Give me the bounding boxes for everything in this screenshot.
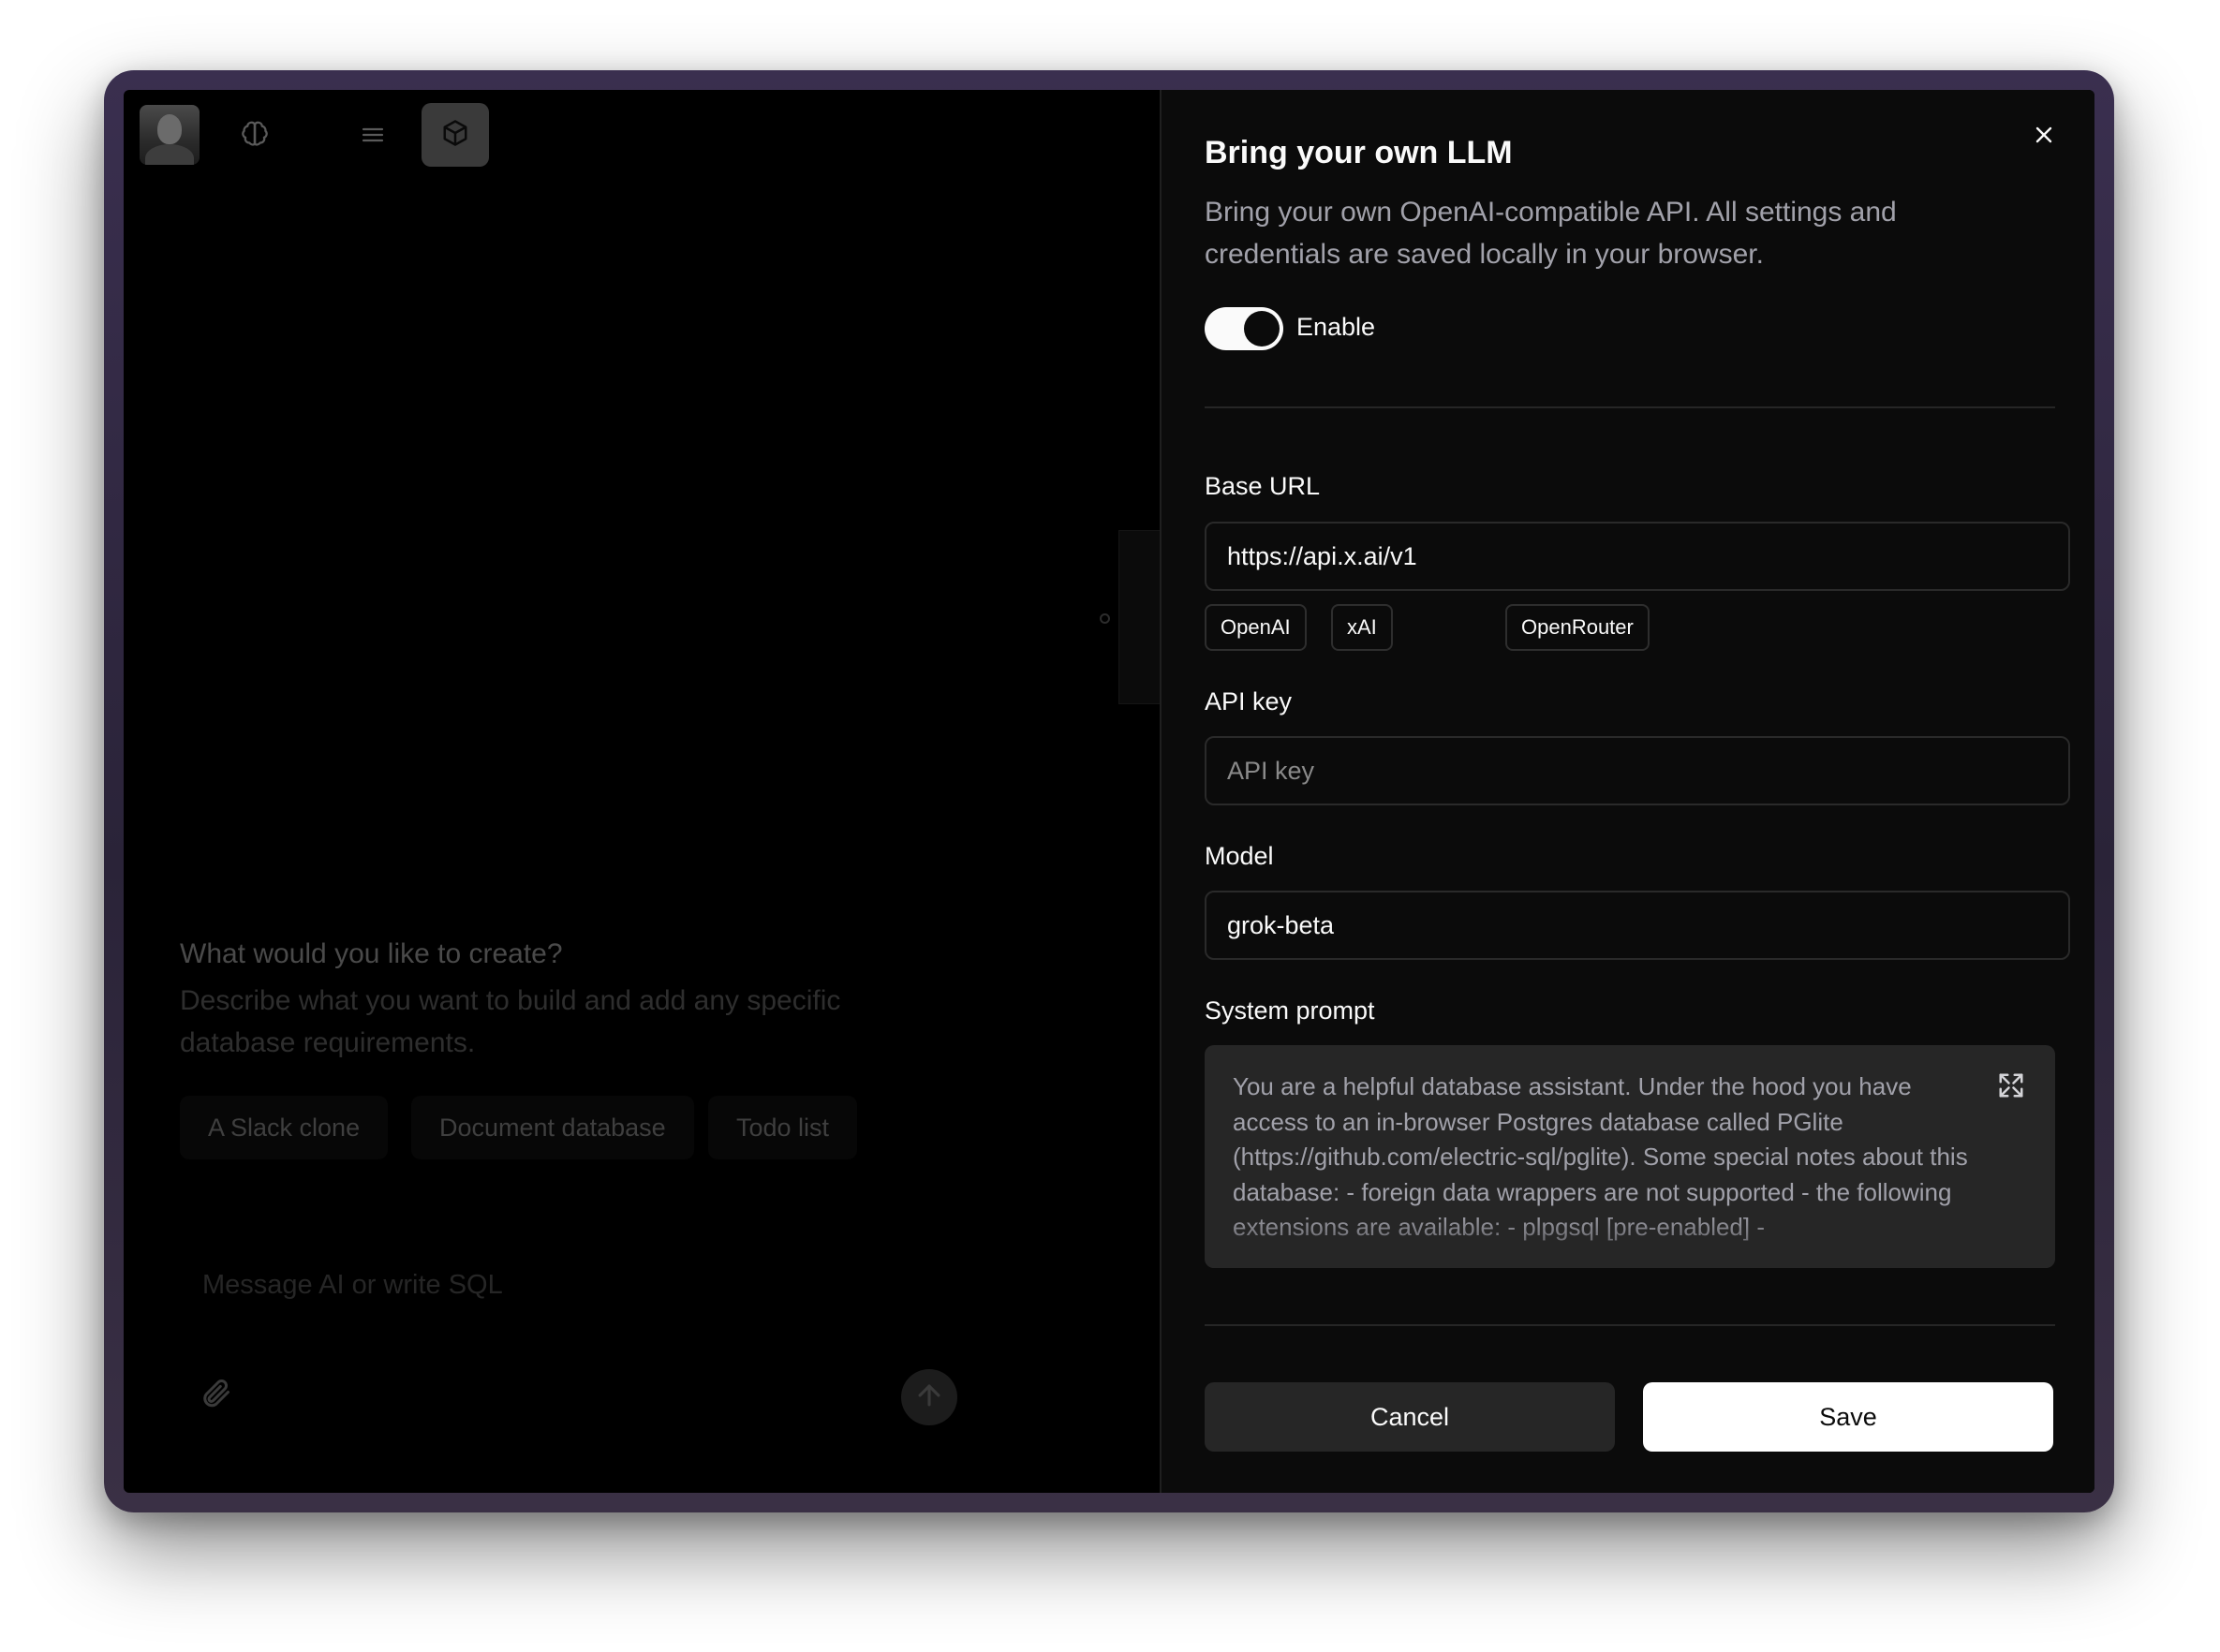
llm-settings-drawer: Bring your own LLM Bring your own OpenAI… [1160, 90, 2094, 1493]
enable-toggle[interactable] [1205, 307, 1283, 350]
prompt-description: Describe what you want to build and add … [180, 985, 841, 1058]
preset-openai-button[interactable]: OpenAI [1205, 604, 1307, 651]
divider [1205, 1324, 2055, 1326]
divider [1205, 406, 2055, 408]
enable-label: Enable [1296, 313, 1376, 341]
send-button[interactable] [901, 1369, 957, 1425]
device-frame: E What would you like to create? Describ… [104, 70, 2114, 1512]
paperclip-icon[interactable] [199, 1377, 236, 1414]
expand-icon[interactable] [1997, 1071, 2029, 1103]
system-prompt-label: System prompt [1205, 996, 1375, 1025]
system-prompt-textarea[interactable]: You are a helpful database assistant. Un… [1205, 1045, 2055, 1268]
drawer-description: Bring your own OpenAI-compatible API. Al… [1205, 197, 1897, 270]
base-url-label: Base URL [1205, 472, 1321, 500]
app-screen: E What would you like to create? Describ… [124, 90, 2094, 1493]
arrow-up-icon [913, 1379, 945, 1416]
suggestion-chip[interactable]: Document database [411, 1096, 694, 1159]
message-input[interactable]: Message AI or write SQL [202, 1270, 1008, 1301]
cube-button[interactable] [422, 103, 489, 167]
brain-icon[interactable] [234, 114, 275, 155]
cube-icon [441, 119, 469, 152]
model-input[interactable]: grok-beta [1205, 891, 2070, 960]
preset-openrouter-button[interactable]: OpenRouter [1505, 604, 1650, 651]
suggestion-chip[interactable]: Todo list [708, 1096, 858, 1159]
base-url-input[interactable]: https://api.x.ai/v1 [1205, 522, 2070, 591]
close-icon[interactable] [2025, 116, 2063, 154]
suggestion-chip[interactable]: A Slack clone [180, 1096, 389, 1159]
preset-xai-button[interactable]: xAI [1331, 604, 1393, 651]
dot-marker [1100, 613, 1110, 624]
save-button[interactable]: Save [1643, 1382, 2053, 1452]
api-key-label: API key [1205, 687, 1293, 715]
cancel-button[interactable]: Cancel [1205, 1382, 1615, 1452]
api-key-input[interactable]: API key [1205, 736, 2070, 805]
avatar[interactable] [140, 105, 200, 165]
menu-icon[interactable] [352, 114, 393, 155]
drawer-title: Bring your own LLM [1205, 135, 1513, 170]
prompt-title: What would you like to create? [180, 938, 563, 969]
model-label: Model [1205, 842, 1274, 870]
